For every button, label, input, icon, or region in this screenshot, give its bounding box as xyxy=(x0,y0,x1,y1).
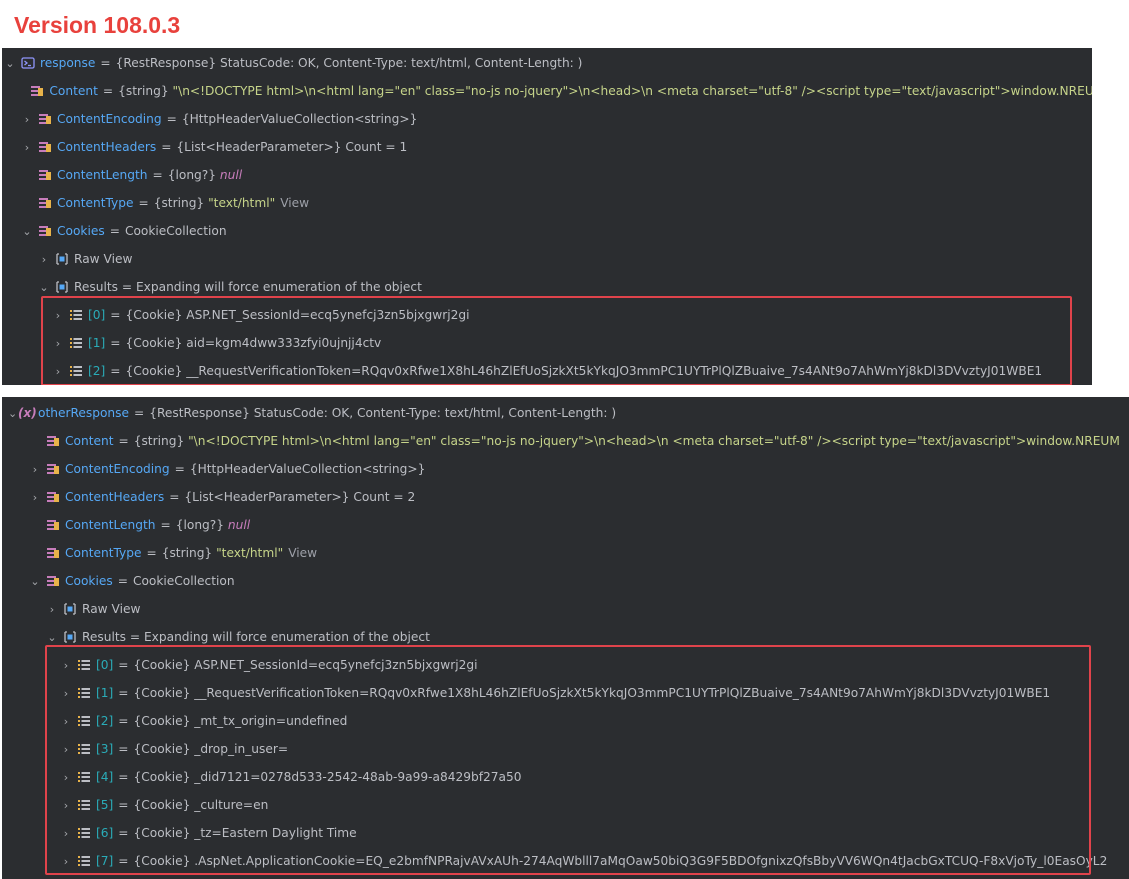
chevron-down-icon[interactable]: ⌄ xyxy=(21,225,33,238)
chevron-right-icon[interactable]: › xyxy=(60,799,72,812)
method-icon xyxy=(55,252,69,266)
tree-row-content[interactable]: › Content = {string} "\n<!DOCTYPE html>\… xyxy=(2,77,1092,105)
field-icon xyxy=(30,84,44,98)
var-value: {RestResponse} StatusCode: OK, Content-T… xyxy=(149,406,617,420)
chevron-right-icon[interactable]: › xyxy=(38,253,50,266)
field-icon xyxy=(46,434,60,448)
view-link[interactable]: View xyxy=(280,196,309,210)
tree-row-raw-view[interactable]: › Raw View xyxy=(2,245,1092,273)
tree-row-results[interactable]: ⌄ Results = Expanding will force enumera… xyxy=(2,623,1129,651)
tree-row-other-response[interactable]: ⌄ (x) otherResponse = {RestResponse} Sta… xyxy=(2,399,1129,427)
list-item[interactable]: › [1] = {Cookie} __RequestVerificationTo… xyxy=(2,679,1129,707)
chevron-right-icon[interactable]: › xyxy=(52,337,64,350)
tree-row-content-type[interactable]: › ContentType = {string} "text/html" Vie… xyxy=(2,189,1092,217)
list-item[interactable]: › [7] = {Cookie} .AspNet.ApplicationCook… xyxy=(2,847,1129,875)
var-name: response xyxy=(40,56,96,70)
debugger-panel-other-response: ⌄ (x) otherResponse = {RestResponse} Sta… xyxy=(2,397,1129,879)
field-icon xyxy=(38,112,52,126)
tree-row-content-encoding[interactable]: › ContentEncoding = {HttpHeaderValueColl… xyxy=(2,105,1092,133)
list-icon xyxy=(69,336,83,350)
list-icon xyxy=(77,854,91,868)
list-icon xyxy=(77,826,91,840)
chevron-right-icon[interactable]: › xyxy=(52,309,64,322)
field-icon xyxy=(38,224,52,238)
tree-row-response[interactable]: ⌄ response = {RestResponse} StatusCode: … xyxy=(2,49,1092,77)
field-icon xyxy=(38,196,52,210)
list-icon xyxy=(77,658,91,672)
field-icon xyxy=(46,462,60,476)
list-icon xyxy=(77,686,91,700)
list-icon xyxy=(77,714,91,728)
chevron-right-icon[interactable]: › xyxy=(60,659,72,672)
view-link[interactable]: View xyxy=(288,546,317,560)
method-icon xyxy=(63,630,77,644)
chevron-right-icon[interactable]: › xyxy=(21,141,33,154)
chevron-down-icon[interactable]: ⌄ xyxy=(4,57,16,70)
debugger-panel-response: ⌄ response = {RestResponse} StatusCode: … xyxy=(2,48,1092,385)
list-item[interactable]: › [2] = {Cookie} __RequestVerificationTo… xyxy=(2,357,1092,385)
chevron-down-icon[interactable]: ⌄ xyxy=(38,281,50,294)
tree-row-cookies[interactable]: ⌄ Cookies = CookieCollection xyxy=(2,217,1092,245)
list-item[interactable]: › [0] = {Cookie} ASP.NET_SessionId=ecq5y… xyxy=(2,651,1129,679)
variable-icon: (x) xyxy=(18,406,37,420)
var-name: otherResponse xyxy=(38,406,130,420)
list-item[interactable]: › [0] = {Cookie} ASP.NET_SessionId=ecq5y… xyxy=(2,301,1092,329)
field-icon xyxy=(46,490,60,504)
chevron-down-icon[interactable]: ⌄ xyxy=(46,631,58,644)
tree-row-raw-view[interactable]: › Raw View xyxy=(2,595,1129,623)
tree-row-cookies[interactable]: ⌄ Cookies = CookieCollection xyxy=(2,567,1129,595)
method-icon xyxy=(55,280,69,294)
tree-row-content-headers[interactable]: › ContentHeaders = {List<HeaderParameter… xyxy=(2,483,1129,511)
field-icon xyxy=(46,574,60,588)
chevron-right-icon[interactable]: › xyxy=(46,603,58,616)
tree-row-content-length[interactable]: › ContentLength = {long?} null xyxy=(2,161,1092,189)
chevron-right-icon[interactable]: › xyxy=(60,771,72,784)
chevron-right-icon[interactable]: › xyxy=(60,855,72,868)
list-item[interactable]: › [5] = {Cookie} _culture=en xyxy=(2,791,1129,819)
list-icon xyxy=(77,742,91,756)
tree-row-content[interactable]: › Content = {string} "\n<!DOCTYPE html>\… xyxy=(2,427,1129,455)
chevron-right-icon[interactable]: › xyxy=(29,463,41,476)
field-icon xyxy=(38,168,52,182)
list-item[interactable]: › [1] = {Cookie} aid=kgm4dww333zfyi0ujnj… xyxy=(2,329,1092,357)
list-icon xyxy=(77,770,91,784)
list-icon xyxy=(69,308,83,322)
version-title: Version 108.0.3 xyxy=(14,12,181,38)
chevron-right-icon[interactable]: › xyxy=(60,687,72,700)
list-item[interactable]: › [2] = {Cookie} _mt_tx_origin=undefined xyxy=(2,707,1129,735)
list-item[interactable]: › [6] = {Cookie} _tz=Eastern Daylight Ti… xyxy=(2,819,1129,847)
tree-row-content-encoding[interactable]: › ContentEncoding = {HttpHeaderValueColl… xyxy=(2,455,1129,483)
field-icon xyxy=(46,518,60,532)
tree-row-content-length[interactable]: › ContentLength = {long?} null xyxy=(2,511,1129,539)
chevron-right-icon[interactable]: › xyxy=(21,113,33,126)
list-icon xyxy=(77,798,91,812)
field-icon xyxy=(38,140,52,154)
chevron-down-icon[interactable]: ⌄ xyxy=(8,407,17,420)
list-icon xyxy=(69,364,83,378)
chevron-right-icon[interactable]: › xyxy=(60,743,72,756)
tree-row-content-headers[interactable]: › ContentHeaders = {List<HeaderParameter… xyxy=(2,133,1092,161)
list-item[interactable]: › [4] = {Cookie} _did7121=0278d533-2542-… xyxy=(2,763,1129,791)
chevron-right-icon[interactable]: › xyxy=(60,827,72,840)
tree-row-results[interactable]: ⌄ Results = Expanding will force enumera… xyxy=(2,273,1092,301)
chevron-down-icon[interactable]: ⌄ xyxy=(29,575,41,588)
tree-row-content-type[interactable]: › ContentType = {string} "text/html" Vie… xyxy=(2,539,1129,567)
console-icon xyxy=(21,56,35,70)
list-item[interactable]: › [3] = {Cookie} _drop_in_user= xyxy=(2,735,1129,763)
method-icon xyxy=(63,602,77,616)
chevron-right-icon[interactable]: › xyxy=(29,491,41,504)
field-icon xyxy=(46,546,60,560)
chevron-right-icon[interactable]: › xyxy=(60,715,72,728)
var-value: {RestResponse} StatusCode: OK, Content-T… xyxy=(115,56,583,70)
chevron-right-icon[interactable]: › xyxy=(52,365,64,378)
